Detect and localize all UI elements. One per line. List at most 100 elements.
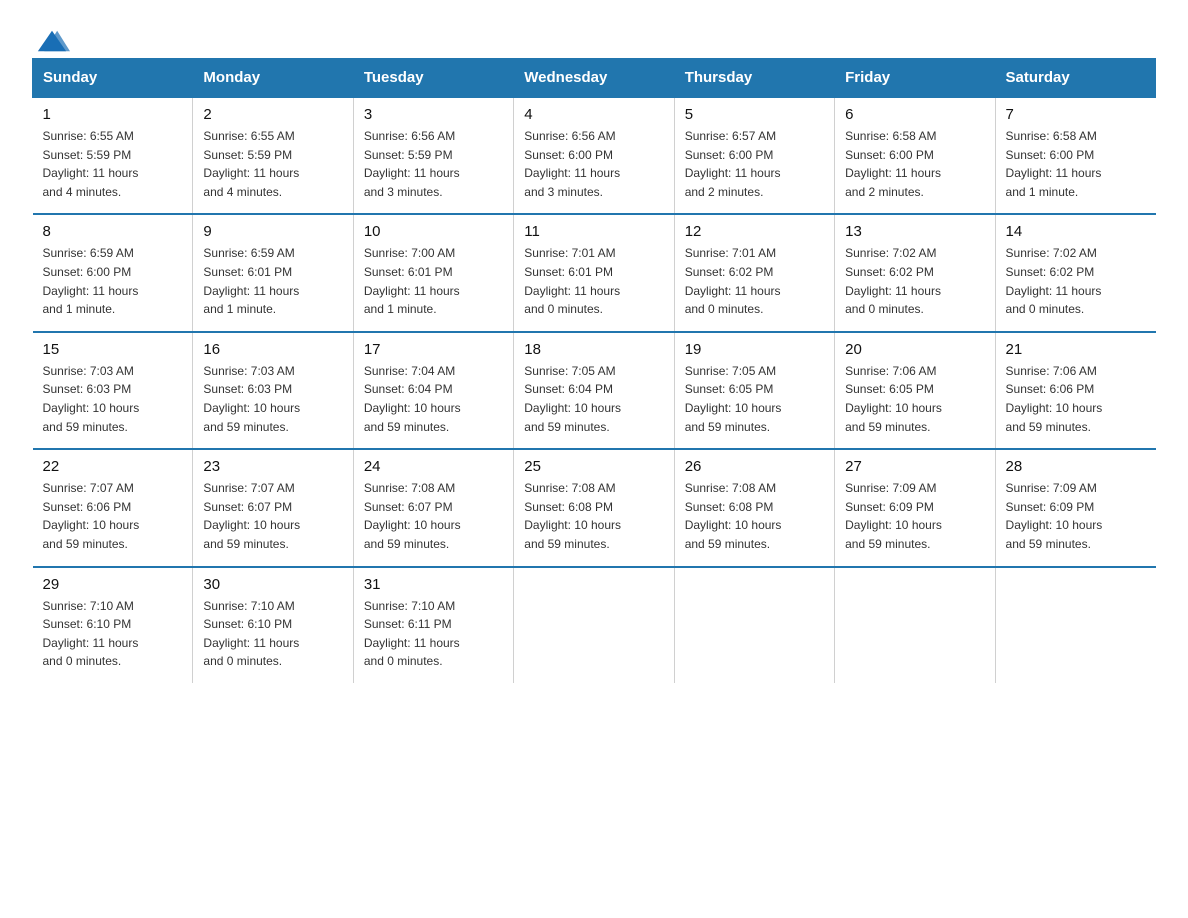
day-info: Sunrise: 6:55 AMSunset: 5:59 PMDaylight:… — [43, 127, 183, 201]
calendar-cell: 13 Sunrise: 7:02 AMSunset: 6:02 PMDayligh… — [835, 214, 995, 331]
day-number: 23 — [203, 458, 342, 475]
calendar-cell: 26Sunrise: 7:08 AMSunset: 6:08 PMDayligh… — [674, 449, 834, 566]
calendar-cell: 3Sunrise: 6:56 AMSunset: 5:59 PMDaylight… — [353, 97, 513, 214]
day-number: 9 — [203, 223, 342, 240]
calendar-cell: 6 Sunrise: 6:58 AMSunset: 6:00 PMDaylight… — [835, 97, 995, 214]
day-number: 30 — [203, 576, 342, 593]
day-number: 18 — [524, 341, 663, 358]
page-header — [32, 24, 1156, 38]
day-info: Sunrise: 7:01 AMSunset: 6:02 PMDaylight:… — [685, 244, 824, 318]
day-number: 25 — [524, 458, 663, 475]
calendar-cell: 29 Sunrise: 7:10 AMSunset: 6:10 PMDayligh… — [33, 567, 193, 683]
day-number: 1 — [43, 106, 183, 123]
col-header-sunday: Sunday — [33, 59, 193, 98]
calendar-cell: 4 Sunrise: 6:56 AMSunset: 6:00 PMDaylight… — [514, 97, 674, 214]
day-info: Sunrise: 7:05 AMSunset: 6:05 PMDaylight:… — [685, 362, 824, 436]
calendar-cell: 10 Sunrise: 7:00 AMSunset: 6:01 PMDayligh… — [353, 214, 513, 331]
day-info: Sunrise: 7:10 AMSunset: 6:10 PMDaylight:… — [203, 597, 342, 671]
calendar-cell: 8Sunrise: 6:59 AMSunset: 6:00 PMDaylight… — [33, 214, 193, 331]
day-info: Sunrise: 7:10 AMSunset: 6:11 PMDaylight:… — [364, 597, 503, 671]
day-number: 24 — [364, 458, 503, 475]
calendar-cell — [835, 567, 995, 683]
calendar-cell — [674, 567, 834, 683]
day-number: 11 — [524, 223, 663, 240]
day-info: Sunrise: 7:02 AMSunset: 6:02 PMDaylight:… — [1006, 244, 1146, 318]
calendar-cell: 1 Sunrise: 6:55 AMSunset: 5:59 PMDaylight… — [33, 97, 193, 214]
calendar-week-row: 22Sunrise: 7:07 AMSunset: 6:06 PMDayligh… — [33, 449, 1156, 566]
day-number: 17 — [364, 341, 503, 358]
day-number: 15 — [43, 341, 183, 358]
day-info: Sunrise: 7:00 AMSunset: 6:01 PMDaylight:… — [364, 244, 503, 318]
calendar-cell: 27 Sunrise: 7:09 AMSunset: 6:09 PMDayligh… — [835, 449, 995, 566]
day-info: Sunrise: 7:03 AMSunset: 6:03 PMDaylight:… — [43, 362, 183, 436]
day-info: Sunrise: 7:08 AMSunset: 6:07 PMDaylight:… — [364, 479, 503, 553]
day-number: 31 — [364, 576, 503, 593]
day-info: Sunrise: 7:04 AMSunset: 6:04 PMDaylight:… — [364, 362, 503, 436]
day-info: Sunrise: 7:05 AMSunset: 6:04 PMDaylight:… — [524, 362, 663, 436]
col-header-thursday: Thursday — [674, 59, 834, 98]
day-info: Sunrise: 6:55 AMSunset: 5:59 PMDaylight:… — [203, 127, 342, 201]
day-info: Sunrise: 7:03 AMSunset: 6:03 PMDaylight:… — [203, 362, 342, 436]
calendar-header-row: SundayMondayTuesdayWednesdayThursdayFrid… — [33, 59, 1156, 98]
calendar-week-row: 1 Sunrise: 6:55 AMSunset: 5:59 PMDaylight… — [33, 97, 1156, 214]
calendar-cell: 30 Sunrise: 7:10 AMSunset: 6:10 PMDayligh… — [193, 567, 353, 683]
calendar-table: SundayMondayTuesdayWednesdayThursdayFrid… — [32, 58, 1156, 683]
day-info: Sunrise: 6:56 AMSunset: 6:00 PMDaylight:… — [524, 127, 663, 201]
calendar-cell: 22Sunrise: 7:07 AMSunset: 6:06 PMDayligh… — [33, 449, 193, 566]
calendar-cell: 18 Sunrise: 7:05 AMSunset: 6:04 PMDayligh… — [514, 332, 674, 449]
calendar-cell: 9 Sunrise: 6:59 AMSunset: 6:01 PMDaylight… — [193, 214, 353, 331]
day-info: Sunrise: 6:56 AMSunset: 5:59 PMDaylight:… — [364, 127, 503, 201]
day-number: 12 — [685, 223, 824, 240]
calendar-cell: 17 Sunrise: 7:04 AMSunset: 6:04 PMDayligh… — [353, 332, 513, 449]
calendar-cell: 21Sunrise: 7:06 AMSunset: 6:06 PMDayligh… — [995, 332, 1155, 449]
calendar-cell: 20 Sunrise: 7:06 AMSunset: 6:05 PMDayligh… — [835, 332, 995, 449]
calendar-cell: 25 Sunrise: 7:08 AMSunset: 6:08 PMDayligh… — [514, 449, 674, 566]
day-number: 29 — [43, 576, 183, 593]
day-number: 7 — [1006, 106, 1146, 123]
calendar-cell: 19 Sunrise: 7:05 AMSunset: 6:05 PMDayligh… — [674, 332, 834, 449]
day-info: Sunrise: 7:02 AMSunset: 6:02 PMDaylight:… — [845, 244, 984, 318]
day-info: Sunrise: 7:06 AMSunset: 6:05 PMDaylight:… — [845, 362, 984, 436]
day-number: 20 — [845, 341, 984, 358]
day-number: 27 — [845, 458, 984, 475]
day-info: Sunrise: 7:07 AMSunset: 6:07 PMDaylight:… — [203, 479, 342, 553]
calendar-cell: 14 Sunrise: 7:02 AMSunset: 6:02 PMDayligh… — [995, 214, 1155, 331]
calendar-cell: 11Sunrise: 7:01 AMSunset: 6:01 PMDayligh… — [514, 214, 674, 331]
logo-icon — [34, 26, 70, 56]
day-info: Sunrise: 6:58 AMSunset: 6:00 PMDaylight:… — [845, 127, 984, 201]
day-info: Sunrise: 6:58 AMSunset: 6:00 PMDaylight:… — [1006, 127, 1146, 201]
col-header-wednesday: Wednesday — [514, 59, 674, 98]
day-info: Sunrise: 7:09 AMSunset: 6:09 PMDaylight:… — [845, 479, 984, 553]
day-number: 22 — [43, 458, 183, 475]
day-number: 2 — [203, 106, 342, 123]
day-number: 14 — [1006, 223, 1146, 240]
day-number: 19 — [685, 341, 824, 358]
col-header-tuesday: Tuesday — [353, 59, 513, 98]
day-info: Sunrise: 7:08 AMSunset: 6:08 PMDaylight:… — [524, 479, 663, 553]
col-header-monday: Monday — [193, 59, 353, 98]
calendar-week-row: 8Sunrise: 6:59 AMSunset: 6:00 PMDaylight… — [33, 214, 1156, 331]
calendar-cell: 7 Sunrise: 6:58 AMSunset: 6:00 PMDaylight… — [995, 97, 1155, 214]
day-info: Sunrise: 6:57 AMSunset: 6:00 PMDaylight:… — [685, 127, 824, 201]
day-number: 6 — [845, 106, 984, 123]
calendar-cell: 31 Sunrise: 7:10 AMSunset: 6:11 PMDayligh… — [353, 567, 513, 683]
day-number: 5 — [685, 106, 824, 123]
day-number: 28 — [1006, 458, 1146, 475]
calendar-cell: 23 Sunrise: 7:07 AMSunset: 6:07 PMDayligh… — [193, 449, 353, 566]
day-number: 4 — [524, 106, 663, 123]
calendar-cell: 12 Sunrise: 7:01 AMSunset: 6:02 PMDayligh… — [674, 214, 834, 331]
calendar-cell: 2 Sunrise: 6:55 AMSunset: 5:59 PMDaylight… — [193, 97, 353, 214]
calendar-cell: 24 Sunrise: 7:08 AMSunset: 6:07 PMDayligh… — [353, 449, 513, 566]
calendar-week-row: 15 Sunrise: 7:03 AMSunset: 6:03 PMDayligh… — [33, 332, 1156, 449]
day-number: 10 — [364, 223, 503, 240]
calendar-cell: 15 Sunrise: 7:03 AMSunset: 6:03 PMDayligh… — [33, 332, 193, 449]
day-info: Sunrise: 7:10 AMSunset: 6:10 PMDaylight:… — [43, 597, 183, 671]
day-number: 8 — [43, 223, 183, 240]
calendar-week-row: 29 Sunrise: 7:10 AMSunset: 6:10 PMDayligh… — [33, 567, 1156, 683]
calendar-cell: 5 Sunrise: 6:57 AMSunset: 6:00 PMDaylight… — [674, 97, 834, 214]
day-info: Sunrise: 6:59 AMSunset: 6:01 PMDaylight:… — [203, 244, 342, 318]
calendar-cell: 16Sunrise: 7:03 AMSunset: 6:03 PMDayligh… — [193, 332, 353, 449]
calendar-cell — [514, 567, 674, 683]
day-number: 26 — [685, 458, 824, 475]
day-number: 13 — [845, 223, 984, 240]
